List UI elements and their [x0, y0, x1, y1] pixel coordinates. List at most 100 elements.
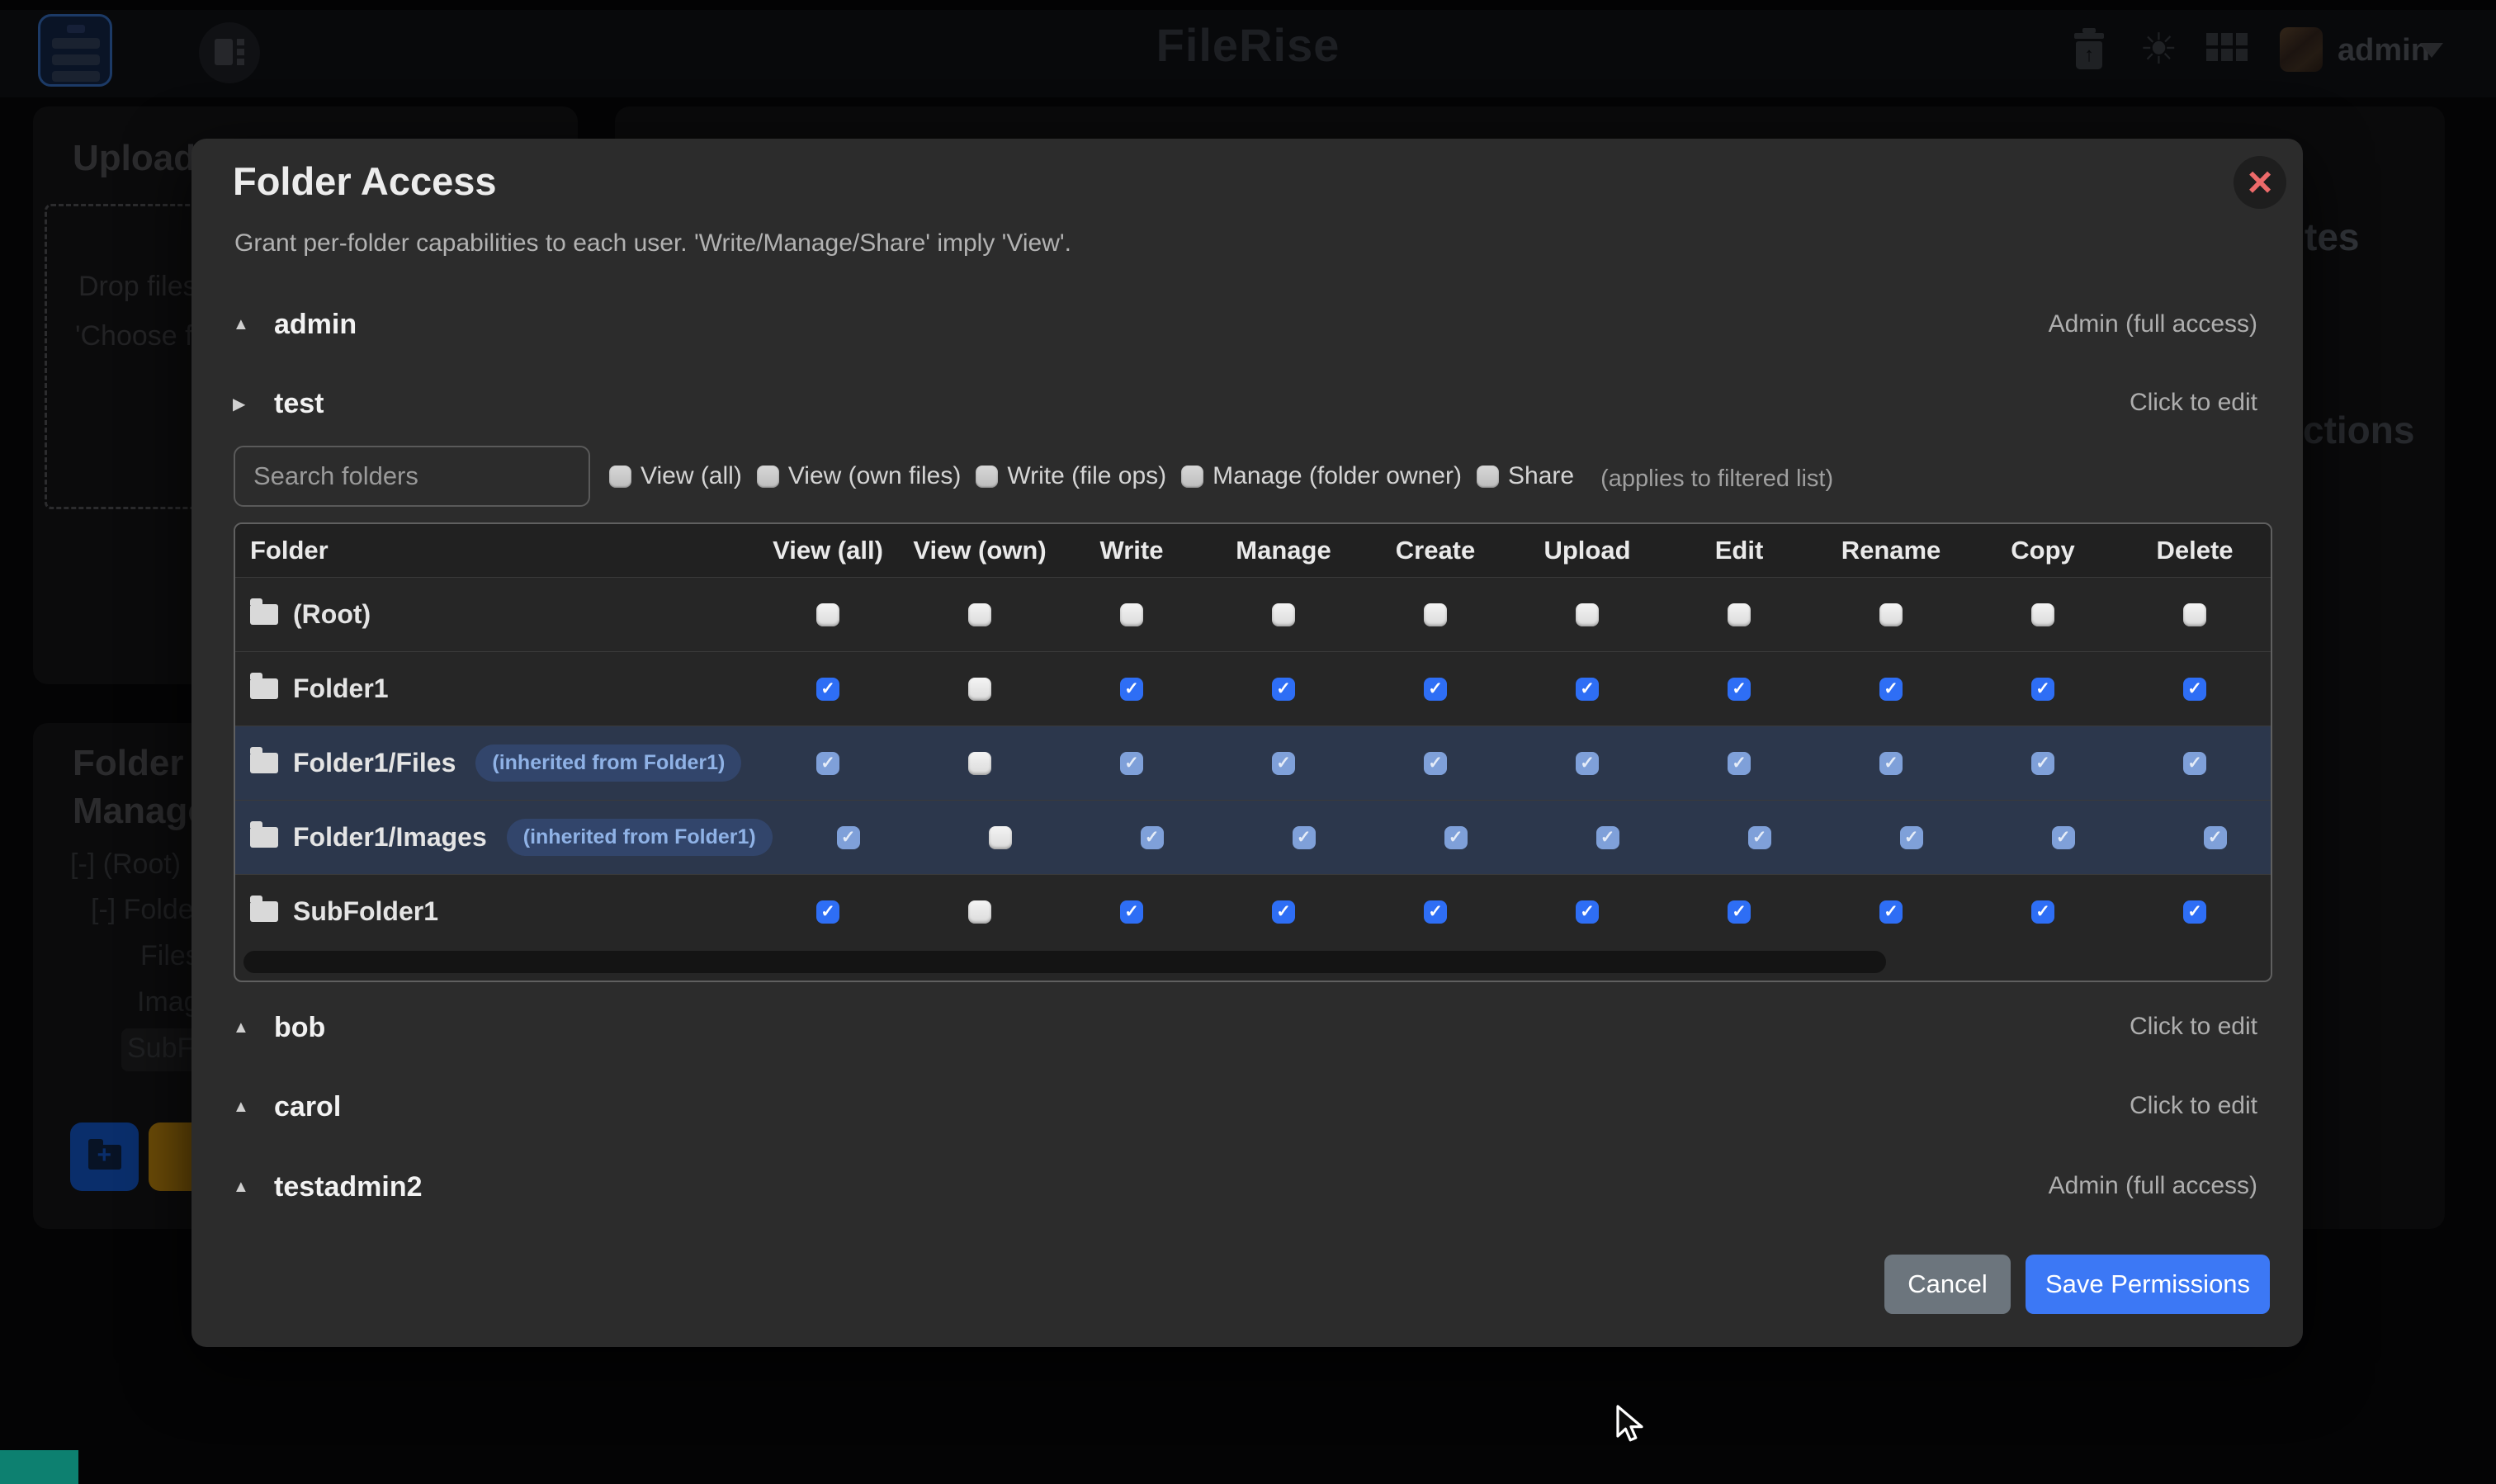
close-icon: [2248, 158, 2272, 206]
bulk-filter-label: View (all): [641, 462, 742, 490]
permission-checkbox[interactable]: [1272, 603, 1295, 626]
permission-checkbox[interactable]: ✓: [2183, 900, 2206, 924]
user-menu-label[interactable]: admin: [2338, 33, 2430, 69]
permission-checkbox[interactable]: ✓: [1728, 752, 1751, 775]
teal-corner-strip: [0, 1450, 78, 1484]
bulk-filter-row: View (all) View (own files) Write (file …: [609, 451, 1833, 502]
column-headers: View (all) View (own) Write Manage Creat…: [752, 536, 2271, 565]
permission-checkbox[interactable]: ✓: [1272, 900, 1295, 924]
user-row-name: test: [274, 388, 324, 420]
permission-checkbox[interactable]: ✓: [816, 752, 839, 775]
user-row-testadmin2[interactable]: testadmin2: [233, 1168, 423, 1206]
permission-checkbox[interactable]: [1576, 603, 1599, 626]
bulk-checkbox[interactable]: [976, 466, 998, 488]
chevron-up-icon: [233, 1018, 254, 1037]
permission-checkbox[interactable]: ✓: [1424, 752, 1447, 775]
tree-item-folder1[interactable]: [-] Folder: [91, 894, 203, 926]
folder-icon: [250, 753, 278, 773]
permission-checkbox[interactable]: ✓: [2031, 678, 2054, 701]
permission-checkbox[interactable]: ✓: [1879, 900, 1903, 924]
apps-grid-icon[interactable]: [2206, 33, 2249, 63]
permission-checkbox[interactable]: ✓: [1293, 826, 1316, 849]
folder-name: Folder1/Files: [293, 748, 456, 778]
user-row-status: Click to edit: [2130, 389, 2257, 417]
permission-checkbox[interactable]: [1424, 603, 1447, 626]
permission-checkbox[interactable]: ✓: [1900, 826, 1923, 849]
permission-checkbox[interactable]: [1728, 603, 1751, 626]
permission-checkbox[interactable]: ✓: [816, 900, 839, 924]
permission-checkbox[interactable]: ✓: [2204, 826, 2227, 849]
create-folder-button[interactable]: [70, 1122, 139, 1191]
save-permissions-button[interactable]: Save Permissions: [2026, 1255, 2270, 1314]
permission-checkbox[interactable]: [1120, 603, 1143, 626]
search-folders-input[interactable]: [234, 446, 590, 507]
permission-checkbox[interactable]: ✓: [1272, 752, 1295, 775]
permission-checkbox[interactable]: ✓: [1120, 678, 1143, 701]
permission-checkbox[interactable]: ✓: [1728, 900, 1751, 924]
bulk-checkbox[interactable]: [609, 466, 631, 488]
folder-cell: Folder1/Images (inherited from Folder1): [235, 819, 773, 856]
bulk-filter-view-all: View (all): [609, 462, 742, 490]
permission-checkbox[interactable]: [2031, 603, 2054, 626]
permission-checkbox[interactable]: ✓: [1141, 826, 1164, 849]
table-row: (Root): [235, 577, 2271, 651]
user-row-test[interactable]: test: [233, 385, 324, 423]
table-row: Folder1/Images (inherited from Folder1) …: [235, 800, 2271, 874]
permission-checkbox[interactable]: [1879, 603, 1903, 626]
permission-checkbox[interactable]: ✓: [1120, 752, 1143, 775]
folder-name: (Root): [293, 599, 371, 630]
permission-checkbox[interactable]: ✓: [1272, 678, 1295, 701]
permission-checkbox[interactable]: ✓: [1424, 678, 1447, 701]
permission-checkbox[interactable]: [2183, 603, 2206, 626]
user-row-bob[interactable]: bob: [233, 1009, 325, 1047]
column-header: Upload: [1511, 536, 1663, 565]
scrollbar-thumb[interactable]: [243, 951, 1886, 973]
user-avatar[interactable]: [2280, 27, 2323, 72]
permission-checkbox[interactable]: ✓: [2183, 752, 2206, 775]
permission-checkbox[interactable]: ✓: [2183, 678, 2206, 701]
folder-cell: Folder1: [235, 673, 752, 704]
chevron-up-icon: [233, 315, 254, 334]
bulk-checkbox[interactable]: [1477, 466, 1499, 488]
folder-name: Folder1: [293, 673, 389, 704]
permission-checkbox[interactable]: ✓: [1879, 678, 1903, 701]
permission-checkbox[interactable]: [968, 603, 991, 626]
trash-restore-icon[interactable]: ↑: [2074, 33, 2104, 69]
permission-checkbox[interactable]: ✓: [837, 826, 860, 849]
permission-checkbox[interactable]: ✓: [1576, 678, 1599, 701]
permission-checkbox[interactable]: ✓: [1576, 900, 1599, 924]
permission-checkbox[interactable]: [989, 826, 1012, 849]
tree-item-images[interactable]: Imag: [137, 986, 200, 1018]
permission-checkbox[interactable]: ✓: [1879, 752, 1903, 775]
permission-checkbox[interactable]: ✓: [1748, 826, 1771, 849]
permission-checkbox[interactable]: ✓: [2031, 752, 2054, 775]
permission-checkbox[interactable]: ✓: [816, 678, 839, 701]
theme-toggle-icon[interactable]: ☀: [2139, 25, 2178, 74]
permission-checkbox[interactable]: [816, 603, 839, 626]
cancel-button[interactable]: Cancel: [1884, 1255, 2011, 1314]
bulk-checkbox[interactable]: [757, 466, 779, 488]
user-row-carol[interactable]: carol: [233, 1088, 341, 1126]
permission-cells: ✓ ✓ ✓ ✓ ✓ ✓ ✓ ✓ ✓: [752, 752, 2271, 775]
table-header-row: Folder View (all) View (own) Write Manag…: [235, 524, 2271, 577]
user-row-admin[interactable]: admin: [233, 305, 357, 343]
permission-checkbox[interactable]: [968, 900, 991, 924]
permission-checkbox[interactable]: [968, 752, 991, 775]
permission-cells: ✓ ✓ ✓ ✓ ✓ ✓ ✓ ✓ ✓: [752, 900, 2271, 924]
permission-checkbox[interactable]: ✓: [1444, 826, 1468, 849]
permission-checkbox[interactable]: ✓: [1596, 826, 1619, 849]
permission-checkbox[interactable]: [968, 678, 991, 701]
permission-checkbox[interactable]: ✓: [1120, 900, 1143, 924]
close-button[interactable]: [2234, 156, 2286, 209]
permission-checkbox[interactable]: ✓: [1424, 900, 1447, 924]
bulk-checkbox[interactable]: [1181, 466, 1203, 488]
folder-name: SubFolder1: [293, 896, 438, 927]
tree-item-root[interactable]: [-] (Root): [70, 848, 181, 881]
trash-lid: [2074, 33, 2104, 39]
menu-bar-strip: [0, 0, 2496, 10]
user-menu-caret-icon[interactable]: [2420, 43, 2443, 58]
permission-checkbox[interactable]: ✓: [1728, 678, 1751, 701]
permission-checkbox[interactable]: ✓: [2031, 900, 2054, 924]
permission-checkbox[interactable]: ✓: [1576, 752, 1599, 775]
permission-checkbox[interactable]: ✓: [2052, 826, 2075, 849]
